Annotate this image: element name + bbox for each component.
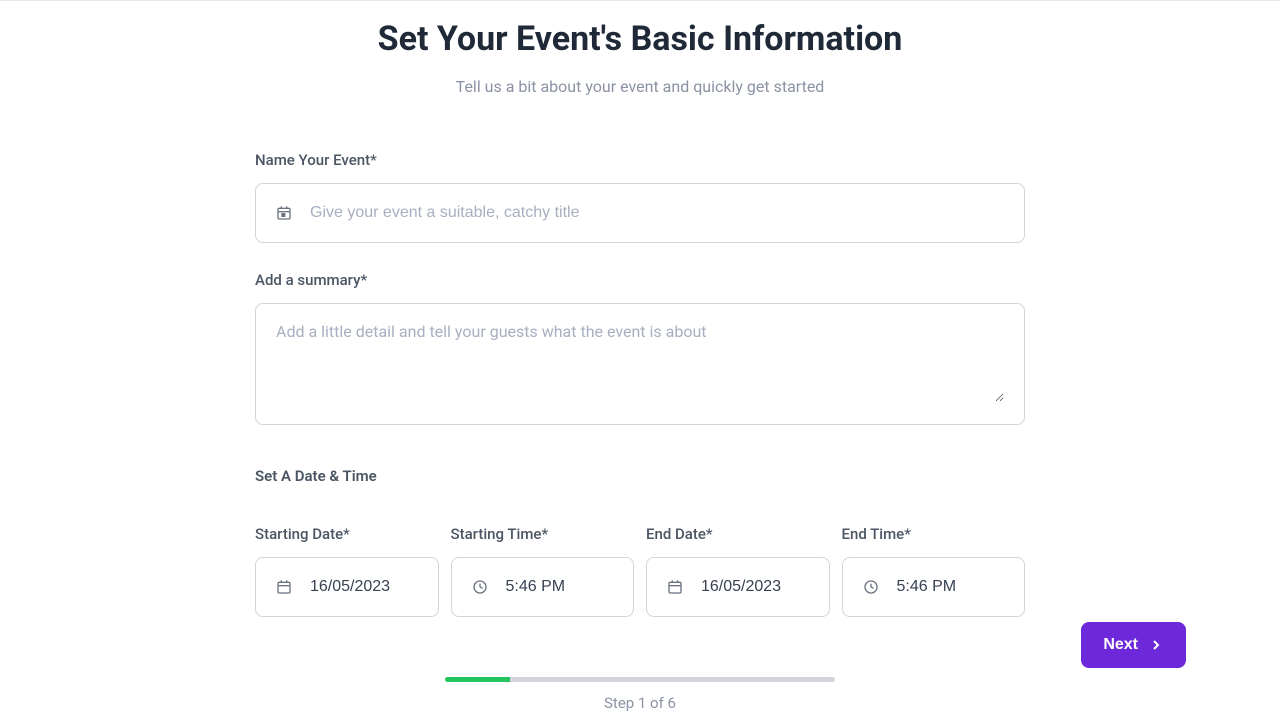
summary-textarea[interactable]	[276, 322, 1004, 402]
next-button-label: Next	[1103, 636, 1138, 654]
chevron-right-icon	[1148, 637, 1164, 653]
progress-label: Step 1 of 6	[445, 694, 835, 712]
progress-bar	[445, 677, 835, 682]
clock-icon	[472, 579, 488, 595]
starting-date-label: Starting Date*	[255, 525, 439, 543]
page-subtitle: Tell us a bit about your event and quick…	[255, 77, 1025, 96]
datetime-section-label: Set A Date & Time	[255, 467, 1025, 485]
end-time-label: End Time*	[842, 525, 1026, 543]
progress-fill	[445, 677, 510, 682]
starting-time-input[interactable]	[506, 578, 614, 596]
calendar-icon	[276, 579, 292, 595]
event-name-input[interactable]	[310, 204, 1004, 222]
starting-date-input[interactable]	[310, 578, 418, 596]
calendar-icon	[276, 205, 292, 221]
end-date-input[interactable]	[701, 578, 809, 596]
end-time-input[interactable]	[897, 578, 1005, 596]
page-title: Set Your Event's Basic Information	[255, 19, 1025, 59]
calendar-icon	[667, 579, 683, 595]
clock-icon	[863, 579, 879, 595]
end-date-label: End Date*	[646, 525, 830, 543]
summary-label: Add a summary*	[255, 271, 1025, 289]
starting-time-label: Starting Time*	[451, 525, 635, 543]
next-button[interactable]: Next	[1081, 622, 1186, 668]
event-name-label: Name Your Event*	[255, 151, 1025, 169]
